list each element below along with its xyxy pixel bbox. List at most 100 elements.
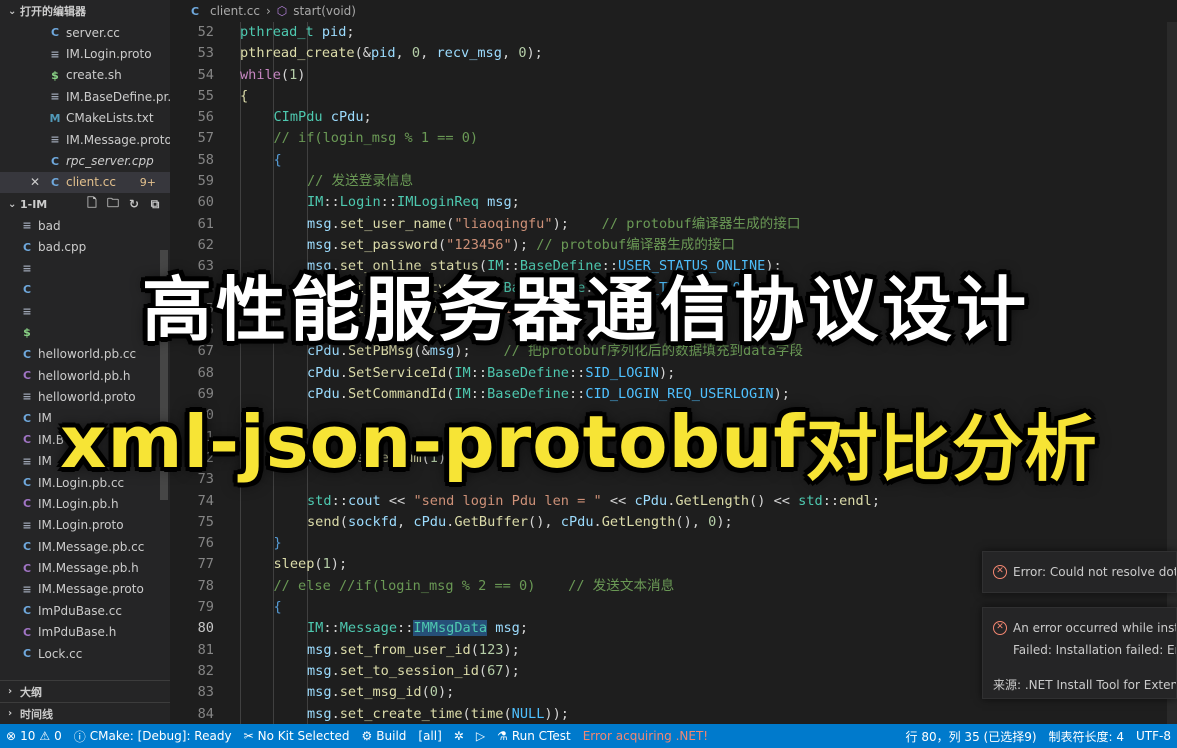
cursor-position[interactable]: 行 80，列 35 (已选择9)	[900, 724, 1043, 748]
notification-source: 来源: .NET Install Tool for Extension A	[993, 678, 1176, 692]
code-token: cPdu	[634, 492, 668, 509]
chevron-right-icon: ›	[8, 686, 13, 697]
code-line[interactable]: 57 // if(login_msg % 1 == 0)	[170, 128, 1177, 149]
file-tree-item[interactable]: C Lock.cc	[0, 643, 170, 664]
code-line[interactable]: 60 IM::Login::IMLoginReq msg;	[170, 192, 1177, 213]
code-token: time	[470, 705, 504, 722]
file-tree-item[interactable]: C ImPduBase.cc	[0, 600, 170, 621]
build-button[interactable]: ⚙ Build	[356, 724, 413, 748]
new-folder-icon[interactable]: 🗀	[106, 196, 120, 211]
code-line[interactable]: 75 send(sockfd, cPdu.GetBuffer(), cPdu.Ge…	[170, 512, 1177, 533]
explorer-sidebar: ⌄ 打开的编辑器 Cserver.cc ≡ IM.Login.proto $ creat…	[0, 0, 170, 724]
code-line[interactable]: 56 CImPdu cPdu;	[170, 107, 1177, 128]
file-tree-item[interactable]: ≡ IM.Login.proto	[0, 515, 170, 536]
open-editor-item[interactable]: ✕ Cclient.cc 9+	[0, 171, 170, 194]
code-token: ,	[420, 45, 437, 62]
notification-detail: Failed: Installation failed: Error	[1013, 643, 1176, 657]
code-line[interactable]: 68 cPdu.SetServiceId(IM::BaseDefine::SID_…	[170, 363, 1177, 384]
open-editor-item[interactable]: M CMakeLists.txt	[0, 108, 170, 129]
code-line[interactable]: 55 {	[170, 86, 1177, 107]
error-notification[interactable]: ✕ An error occurred while install Failed…	[982, 607, 1177, 699]
code-token: (	[339, 513, 348, 530]
encoding[interactable]: UTF-8	[1130, 724, 1177, 748]
cmake-status[interactable]: ⓘ CMake: [Debug]: Ready	[68, 724, 238, 748]
open-editor-item[interactable]: Cserver.cc	[0, 22, 170, 43]
code-token: IM	[454, 364, 471, 381]
code-token: Message	[339, 620, 398, 637]
error-notification[interactable]: ✕ Error: Could not resolve dotne	[982, 551, 1177, 593]
code-token: std	[307, 492, 332, 509]
line-number: 81	[197, 641, 214, 658]
breadcrumb-symbol[interactable]: start(void)	[293, 4, 356, 18]
problems-indicator[interactable]: ⊗ 10 ⚠ 0	[0, 724, 68, 748]
code-line[interactable]: 59 // 发送登录信息	[170, 171, 1177, 192]
open-editor-item[interactable]: ≡ IM.Message.proto	[0, 129, 170, 150]
code-token: (	[478, 662, 488, 679]
code-token: msg	[495, 620, 520, 637]
file-name: IM	[38, 411, 52, 426]
open-editor-item[interactable]: ≡ IM.Login.proto	[0, 43, 170, 64]
code-text: std::cout << "send login Pdu len = " << …	[307, 491, 880, 512]
file-tree-item[interactable]: Chelloworld.pb.h	[0, 365, 170, 386]
code-token: ,	[397, 513, 414, 530]
code-token: endl	[839, 492, 872, 509]
file-tree-item[interactable]: ≡ bad	[0, 215, 170, 236]
build-target[interactable]: [all]	[412, 724, 447, 748]
kit-selector[interactable]: ✂ No Kit Selected	[238, 724, 356, 748]
text-file-icon: ≡	[50, 47, 60, 61]
line-number: 74	[197, 492, 214, 509]
file-tree-item[interactable]: C IM.Message.pb.cc	[0, 536, 170, 557]
new-file-icon[interactable]: 🗋	[85, 196, 99, 211]
code-token: set_password	[339, 236, 438, 253]
debug-icon[interactable]: ✲	[448, 724, 470, 748]
file-tree-item[interactable]: C IM.Message.pb.h	[0, 557, 170, 578]
header-file-icon: C	[22, 497, 32, 511]
code-line[interactable]: 53 pthread_create(&pid, 0, recv_msg, 0);	[170, 43, 1177, 64]
code-token: ;	[871, 492, 881, 509]
outline-header[interactable]: › 大纲	[0, 680, 170, 702]
refresh-icon[interactable]: ↻	[127, 197, 141, 211]
cpp-file-icon: C	[22, 647, 32, 661]
code-line[interactable]: 52 pthread_t pid;	[170, 22, 1177, 43]
close-icon[interactable]: ✕	[30, 175, 40, 189]
ctest-button[interactable]: ⚗ Run CTest	[491, 724, 577, 748]
file-name: rpc_server.cpp	[66, 154, 154, 169]
text-file-icon: ≡	[50, 90, 60, 104]
file-tree-item[interactable]: ≡ IM.Message.proto	[0, 579, 170, 600]
file-name: IM.Message.proto	[66, 132, 170, 147]
code-line[interactable]: 54 while(1)	[170, 65, 1177, 86]
code-token: ,	[501, 45, 519, 62]
code-line[interactable]: 58 {	[170, 150, 1177, 171]
code-token: pid	[321, 24, 347, 40]
timeline-header[interactable]: › 时间线	[0, 702, 170, 724]
project-header[interactable]: ⌄ 1-IM 🗋 🗀 ↻ ⧉	[0, 193, 170, 215]
breadcrumb: C client.cc › ⬡ start(void)	[170, 0, 1177, 22]
code-line[interactable]: 61 msg.set_user_name("liaoqingfu"); // pr…	[170, 214, 1177, 235]
line-number: 53	[197, 45, 214, 62]
project-title: 1-IM	[20, 197, 48, 211]
file-tree-item[interactable]: C ImPduBase.h	[0, 622, 170, 643]
open-editor-item[interactable]: Crpc_server.cpp	[0, 150, 170, 171]
cpp-file-icon: C	[50, 154, 60, 168]
text-file-icon: ≡	[22, 219, 32, 233]
code-token: // 发送登录信息	[307, 173, 414, 190]
cmake-file-icon: M	[49, 111, 61, 125]
open-editor-item[interactable]: $ create.sh	[0, 65, 170, 86]
chevron-down-icon: ⌄	[8, 5, 17, 17]
error-icon: ✕	[993, 565, 1007, 579]
open-editor-item[interactable]: ≡ IM.BaseDefine.pr...	[0, 86, 170, 107]
line-number: 83	[197, 684, 214, 701]
collapse-all-icon[interactable]: ⧉	[148, 197, 162, 211]
breadcrumb-file[interactable]: client.cc	[210, 4, 260, 18]
open-editors-header[interactable]: ⌄ 打开的编辑器	[0, 0, 170, 22]
tab-size[interactable]: 制表符长度: 4	[1043, 724, 1131, 748]
line-number: 58	[197, 151, 214, 168]
run-icon[interactable]: ▷	[470, 724, 491, 748]
file-name: IM.Login.proto	[38, 518, 124, 533]
file-tree-item[interactable]: C IM.Login.pb.h	[0, 493, 170, 514]
dotnet-status[interactable]: Error acquiring .NET!	[577, 724, 714, 748]
code-token: msg	[307, 705, 332, 722]
code-line[interactable]: 84 msg.set_create_time(time(NULL));	[170, 704, 1177, 725]
